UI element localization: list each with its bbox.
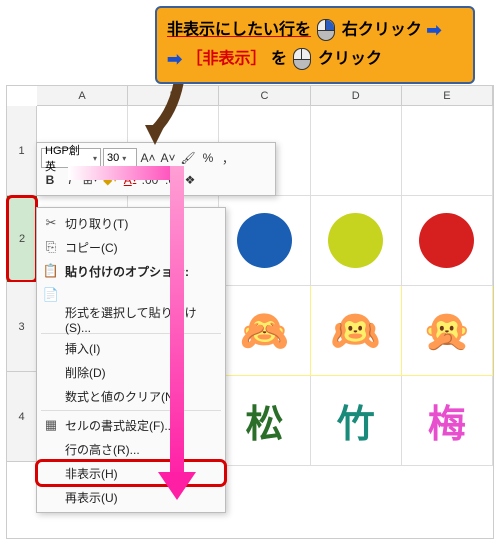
column-headers: A B C D E	[37, 86, 493, 106]
cell[interactable]	[402, 106, 493, 196]
mouse-right-icon	[317, 19, 335, 41]
format-painter-button[interactable]: 🖌	[179, 148, 197, 168]
mini-toolbar: HGP創英▾ 30▾ A˄ A˅ 🖌 % ， B I ⊞▾ ◆▾ A▾ .00 …	[36, 142, 276, 196]
separator	[41, 410, 221, 411]
ctx-hide[interactable]: 非表示(H)	[37, 461, 225, 485]
grow-font-button[interactable]: A˄	[139, 148, 157, 168]
callout-text: 右クリック	[342, 22, 422, 39]
mouse-left-icon	[293, 48, 311, 70]
increase-decimal-button[interactable]: .00	[141, 170, 159, 190]
ctx-paste-options[interactable]: 📋貼り付けのオプション:	[37, 259, 225, 283]
cell[interactable]	[311, 196, 402, 286]
row-header-selected[interactable]: 2	[7, 196, 37, 282]
col-header[interactable]: B	[128, 86, 219, 106]
copy-icon: ⎘	[42, 238, 60, 256]
ctx-format-cells[interactable]: ▦セルの書式設定(F)...	[37, 413, 225, 437]
decrease-decimal-button[interactable]: .0	[161, 170, 179, 190]
instruction-callout: 非表示にしたい行を 右クリック ➡ ➡ ［非表示］ を クリック	[155, 6, 475, 84]
circle-icon	[328, 213, 383, 268]
row-header[interactable]: 3	[7, 282, 37, 372]
cut-icon: ✂	[42, 214, 60, 232]
cell[interactable]	[219, 196, 310, 286]
cell[interactable]: 🙈	[219, 286, 310, 376]
font-color-button[interactable]: A▾	[121, 170, 139, 190]
row-header[interactable]: 4	[7, 372, 37, 462]
comma-button[interactable]: ，	[219, 148, 237, 168]
size-combo[interactable]: 30▾	[103, 148, 137, 168]
cell[interactable]: 竹	[311, 376, 402, 466]
cell[interactable]: 🙉	[311, 286, 402, 376]
border-button[interactable]: ⊞▾	[81, 170, 99, 190]
grid-icon: ▦	[42, 416, 60, 434]
ctx-paste-special[interactable]: 形式を選択して貼り付け(S)...	[37, 307, 225, 331]
circle-icon	[237, 213, 292, 268]
callout-text: を	[271, 50, 287, 67]
callout-text: 非表示にしたい行を	[167, 22, 311, 39]
cell[interactable]: 松	[219, 376, 310, 466]
cell[interactable]: 梅	[402, 376, 493, 466]
col-header[interactable]: E	[402, 86, 493, 106]
arrow-icon: ➡	[167, 49, 182, 69]
font-combo[interactable]: HGP創英▾	[41, 148, 101, 168]
ctx-clear[interactable]: 数式と値のクリア(N)	[37, 384, 225, 408]
cell[interactable]: 🙊	[402, 286, 493, 376]
bold-button[interactable]: B	[41, 170, 59, 190]
circle-icon	[419, 213, 474, 268]
ctx-cut[interactable]: ✂切り取り(T)	[37, 211, 225, 235]
col-header[interactable]: A	[37, 86, 128, 106]
clipboard-icon: 📄	[42, 286, 60, 304]
ctx-copy[interactable]: ⎘コピー(C)	[37, 235, 225, 259]
cell[interactable]	[402, 196, 493, 286]
ctx-row-height[interactable]: 行の高さ(R)...	[37, 437, 225, 461]
shrink-font-button[interactable]: A˅	[159, 148, 177, 168]
callout-text: クリック	[318, 50, 382, 67]
percent-button[interactable]: %	[199, 148, 217, 168]
format-button[interactable]: ❖	[181, 170, 199, 190]
ctx-insert[interactable]: 挿入(I)	[37, 336, 225, 360]
col-header[interactable]: C	[219, 86, 310, 106]
ctx-delete[interactable]: 削除(D)	[37, 360, 225, 384]
italic-button[interactable]: I	[61, 170, 79, 190]
row-header[interactable]: 1	[7, 106, 37, 196]
col-header[interactable]: D	[311, 86, 402, 106]
fill-color-button[interactable]: ◆▾	[101, 170, 119, 190]
context-menu: ✂切り取り(T) ⎘コピー(C) 📋貼り付けのオプション: 📄 形式を選択して貼…	[36, 207, 226, 513]
cell[interactable]	[311, 106, 402, 196]
row-headers: 1 2 3 4	[7, 106, 37, 538]
callout-text: ［非表示］	[187, 50, 267, 67]
paste-icon: 📋	[42, 262, 60, 280]
arrow-icon: ➡	[426, 20, 441, 40]
ctx-unhide[interactable]: 再表示(U)	[37, 485, 225, 509]
